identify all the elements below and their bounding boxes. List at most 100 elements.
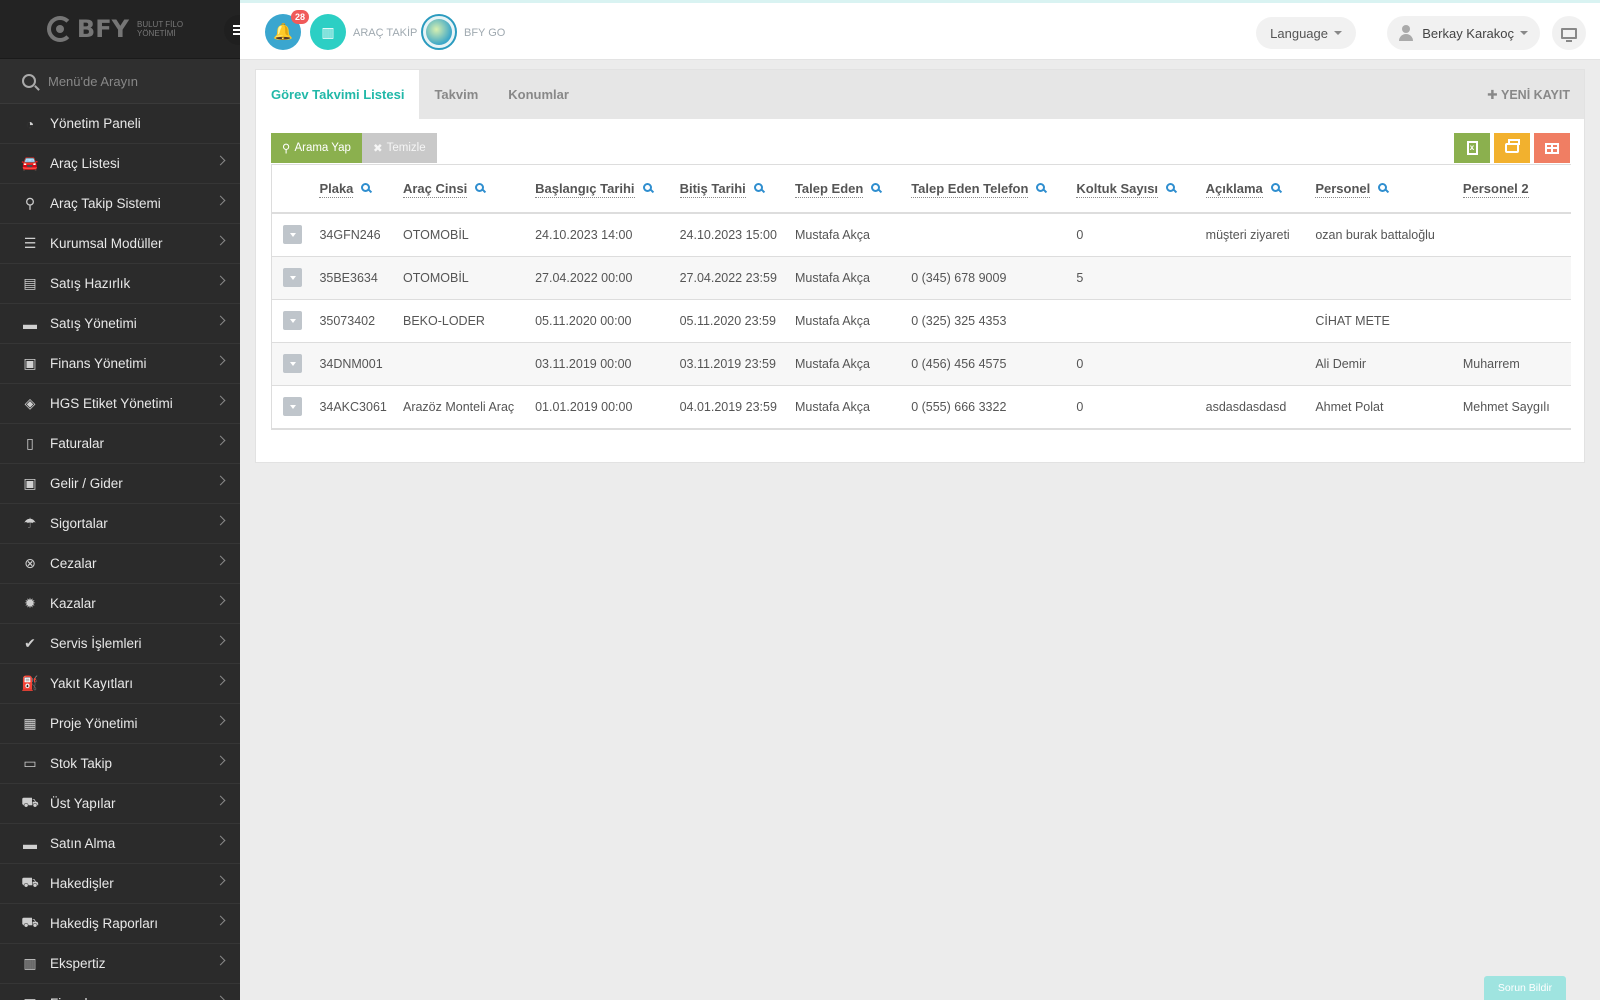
- language-dropdown[interactable]: Language: [1256, 17, 1356, 49]
- table-cell: 05.11.2020 00:00: [535, 299, 680, 343]
- row-expand-cell: [272, 342, 320, 386]
- sidebar-item-label: Satış Yönetimi: [50, 316, 137, 331]
- sidebar-item-label: Araç Takip Sistemi: [50, 196, 161, 211]
- sidebar-item-12[interactable]: ⊗ Cezalar: [0, 544, 240, 584]
- column-search-icon[interactable]: [1166, 183, 1176, 193]
- sidebar-item-7[interactable]: ▣ Finans Yönetimi: [0, 344, 240, 384]
- money-icon: ▣: [23, 355, 37, 371]
- column-search-icon[interactable]: [361, 183, 371, 193]
- table-row[interactable]: 35073402 BEKO-LODER 05.11.2020 00:00 05.11.…: [272, 299, 1571, 343]
- tab-2[interactable]: Takvim: [419, 70, 493, 119]
- sidebar-item-6[interactable]: ▬ Satış Yönetimi: [0, 304, 240, 344]
- expand-row-button[interactable]: [283, 354, 302, 373]
- bfy-go-label[interactable]: BFY GO: [464, 27, 505, 39]
- chevron-right-icon: [215, 795, 226, 806]
- sidebar-item-10[interactable]: ▣ Gelir / Gider: [0, 464, 240, 504]
- print-button[interactable]: [1494, 133, 1530, 163]
- clear-button[interactable]: ✖ Temizle: [362, 133, 437, 163]
- sidebar-item-label: Satış Hazırlık: [50, 276, 131, 291]
- columns-button[interactable]: [1534, 133, 1570, 163]
- bfy-go-button[interactable]: [421, 14, 457, 50]
- table-cell: BEKO-LODER: [402, 299, 536, 343]
- sidebar-item-19[interactable]: ▬ Satın Alma: [0, 824, 240, 864]
- column-search-icon[interactable]: [753, 183, 763, 193]
- sidebar-item-21[interactable]: ⛟ Hakediş Raporları: [0, 904, 240, 944]
- table-cell: OTOMOBİL: [402, 213, 536, 257]
- sidebar-item-16[interactable]: ▦ Proje Yönetimi: [0, 704, 240, 744]
- column-header[interactable]: Talep Eden: [794, 165, 912, 214]
- sidebar-item-3[interactable]: ⚲ Araç Takip Sistemi: [0, 184, 240, 224]
- tab-1[interactable]: Görev Takvimi Listesi: [256, 70, 420, 119]
- chevron-right-icon: [215, 315, 226, 326]
- tab-bar: Görev Takvimi Listesi Takvim Konumlar ✚ YE…: [256, 70, 1584, 119]
- column-header[interactable]: Açıklama: [1205, 165, 1316, 214]
- new-record-button[interactable]: ✚ YENİ KAYIT: [1487, 70, 1570, 119]
- expand-row-button[interactable]: [283, 311, 302, 330]
- column-search-icon[interactable]: [1378, 183, 1388, 193]
- column-search-icon[interactable]: [475, 183, 485, 193]
- expand-row-button[interactable]: [283, 268, 302, 287]
- sidebar-item-1[interactable]: ◔ Yönetim Paneli: [0, 104, 240, 144]
- table-row[interactable]: 34GFN246 OTOMOBİL 24.10.2023 14:00 24.10.20…: [272, 213, 1571, 257]
- times-circle-icon: ⊗: [24, 555, 36, 571]
- table-cell: [402, 342, 536, 386]
- column-header[interactable]: Personel 2: [1462, 165, 1571, 214]
- table-row[interactable]: 35BE3634 OTOMOBİL 27.04.2022 00:00 27.04.20…: [272, 256, 1571, 300]
- column-header[interactable]: Talep Eden Telefon: [911, 165, 1077, 214]
- notification-button[interactable]: 🔔 28: [265, 10, 309, 50]
- arac-takip-label[interactable]: ARAÇ TAKİP: [353, 27, 417, 39]
- sidebar-item-22[interactable]: ▥ Ekspertiz: [0, 944, 240, 984]
- table-cell: Mustafa Akça: [794, 213, 912, 257]
- check-circle-icon: ✔: [24, 635, 36, 651]
- arac-takip-button[interactable]: ▥: [310, 14, 346, 50]
- task-schedule-table: Plaka Araç Cinsi Başlangıç Tarihi Bitiş Tar…: [272, 165, 1571, 429]
- table-container[interactable]: Plaka Araç Cinsi Başlangıç Tarihi Bitiş Tar…: [271, 164, 1571, 430]
- column-search-icon[interactable]: [1036, 183, 1046, 193]
- sidebar-item-9[interactable]: ▯ Faturalar: [0, 424, 240, 464]
- fullscreen-button[interactable]: [1552, 16, 1586, 50]
- column-search-icon[interactable]: [642, 183, 652, 193]
- sidebar-toggle-button[interactable]: [224, 15, 240, 45]
- menu-search[interactable]: Menü'de Arayın: [0, 59, 240, 104]
- column-header[interactable]: Araç Cinsi: [402, 165, 536, 214]
- brand-logo[interactable]: BFY BULUT FİLO YÖNETİMİ: [46, 15, 183, 43]
- sidebar-item-20[interactable]: ⛟ Hakedişler: [0, 864, 240, 904]
- chevron-right-icon: [215, 155, 226, 166]
- export-excel-button[interactable]: x: [1454, 133, 1490, 163]
- column-header[interactable]: Başlangıç Tarihi: [535, 165, 680, 214]
- sidebar-item-5[interactable]: ▤ Satış Hazırlık: [0, 264, 240, 304]
- table-row[interactable]: 34AKC3061 Arazöz Monteli Araç 01.01.2019 0…: [272, 385, 1571, 429]
- expand-row-button[interactable]: [283, 225, 302, 245]
- brand-name: BFY: [76, 15, 129, 43]
- file-icon: ▯: [26, 435, 34, 451]
- sidebar-item-15[interactable]: ⛽ Yakıt Kayıtları: [0, 664, 240, 704]
- table-row[interactable]: 34DNM001 03.11.2019 00:00 03.11.2019 23:59…: [272, 342, 1571, 386]
- column-header[interactable]: Koltuk Sayısı: [1076, 165, 1206, 214]
- column-header[interactable]: Bitiş Tarihi: [679, 165, 795, 214]
- book-icon: ▤: [23, 275, 37, 291]
- table-cell: 34DNM001: [319, 342, 403, 386]
- sidebar-item-13[interactable]: ✹ Kazalar: [0, 584, 240, 624]
- tab-3[interactable]: Konumlar: [493, 70, 584, 119]
- chevron-right-icon: [215, 675, 226, 686]
- sidebar-item-18[interactable]: ⛟ Üst Yapılar: [0, 784, 240, 824]
- sidebar-item-label: Finans Yönetimi: [50, 356, 147, 371]
- column-search-icon[interactable]: [1270, 183, 1280, 193]
- sidebar-item-23[interactable]: ▦ Firmalar: [0, 984, 240, 1000]
- user-menu[interactable]: Berkay Karakoç: [1387, 16, 1540, 50]
- sidebar-item-2[interactable]: 🚘 Araç Listesi: [0, 144, 240, 184]
- column-header[interactable]: Plaka: [319, 165, 403, 214]
- sidebar-item-14[interactable]: ✔ Servis İşlemleri: [0, 624, 240, 664]
- sidebar-item-11[interactable]: ☂ Sigortalar: [0, 504, 240, 544]
- sidebar-item-8[interactable]: ◈ HGS Etiket Yönetimi: [0, 384, 240, 424]
- search-button[interactable]: ⚲ Arama Yap: [271, 133, 362, 163]
- dashboard-icon: ◔: [25, 115, 35, 132]
- sidebar-item-4[interactable]: ☰ Kurumsal Modüller: [0, 224, 240, 264]
- column-header[interactable]: Personel: [1315, 165, 1463, 214]
- sidebar-item-17[interactable]: ▭ Stok Takip: [0, 744, 240, 784]
- expand-row-button[interactable]: [283, 397, 302, 416]
- column-search-icon[interactable]: [871, 183, 881, 193]
- tags-icon: ◈: [24, 395, 36, 411]
- table-cell: 24.10.2023 15:00: [679, 213, 795, 257]
- report-issue-button[interactable]: Sorun Bildir: [1484, 976, 1566, 1000]
